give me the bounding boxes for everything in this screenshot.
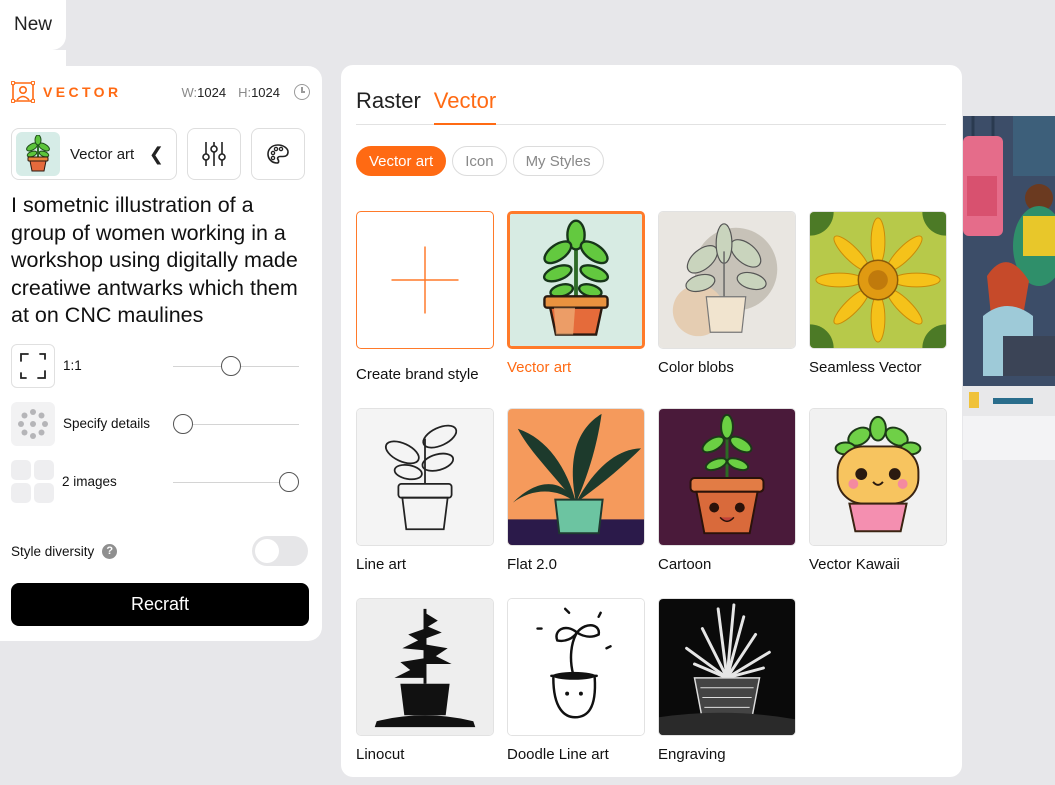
aspect-ratio-icon — [11, 343, 55, 388]
mode-indicator[interactable]: VECTOR — [11, 81, 122, 103]
mode-label: VECTOR — [43, 84, 122, 100]
style-name: Create brand style — [356, 366, 479, 383]
image-count-control[interactable]: 2 images — [11, 460, 310, 504]
history-icon[interactable] — [294, 84, 310, 100]
settings-button[interactable] — [187, 128, 241, 180]
style-name: Color blobs — [658, 359, 734, 376]
style-card-linocut[interactable]: Linocut — [356, 598, 494, 763]
style-selector[interactable]: Vector art ❮ — [11, 128, 177, 180]
style-name: Line art — [356, 556, 407, 573]
style-thumb — [658, 211, 796, 349]
details-dots-icon — [11, 401, 55, 446]
style-thumb — [356, 598, 494, 736]
plus-icon — [391, 246, 459, 314]
style-card-cartoon[interactable]: Cartoon — [658, 408, 796, 573]
pill-icon[interactable]: Icon — [452, 146, 507, 176]
pill-vector-art[interactable]: Vector art — [356, 146, 447, 176]
style-name: Cartoon — [658, 556, 712, 573]
style-card-vector-kawaii[interactable]: Vector Kawaii — [809, 408, 947, 573]
generated-artwork-preview[interactable] — [963, 116, 1055, 460]
sliders-icon — [202, 142, 226, 166]
style-card-seamless-vector[interactable]: Seamless Vector — [809, 211, 947, 376]
style-name: Doodle Line art — [507, 746, 609, 763]
style-tabs: Raster Vector — [356, 87, 946, 125]
details-slider-handle[interactable] — [173, 413, 193, 434]
style-card-color-blobs[interactable]: Color blobs — [658, 211, 796, 376]
style-thumb — [507, 598, 645, 736]
image-count-label: 2 images — [62, 474, 117, 489]
style-row: Vector art ❮ — [11, 128, 310, 180]
pill-my-styles[interactable]: My Styles — [512, 146, 604, 176]
width-label: W: — [181, 84, 198, 100]
style-name: Vector art — [507, 359, 572, 376]
tab-raster[interactable]: Raster — [356, 87, 421, 125]
palette-icon — [267, 144, 289, 164]
image-count-slider[interactable] — [173, 471, 299, 492]
style-card-doodle-line-art[interactable]: Doodle Line art — [507, 598, 645, 763]
image-count-slider-handle[interactable] — [279, 471, 299, 492]
style-picker-panel: Raster Vector Vector art Icon My Styles … — [341, 65, 962, 777]
aspect-ratio-slider-handle[interactable] — [221, 355, 241, 376]
style-name: Vector art — [70, 145, 135, 163]
style-thumb — [507, 408, 645, 546]
style-card-flat-2[interactable]: Flat 2.0 — [507, 408, 645, 573]
style-card-vector-art[interactable]: Vector art — [507, 211, 645, 376]
image-grid-icon — [11, 460, 54, 503]
new-tab-label: New — [13, 14, 52, 35]
style-name: Flat 2.0 — [507, 556, 558, 573]
palette-button[interactable] — [251, 128, 305, 180]
height-value: 1024 — [251, 84, 280, 100]
style-card-line-art[interactable]: Line art — [356, 408, 494, 573]
style-name: Linocut — [356, 746, 405, 763]
style-thumb — [356, 211, 494, 349]
chevron-left-icon[interactable]: ❮ — [149, 144, 164, 165]
style-thumbnail — [16, 132, 60, 176]
recraft-button[interactable]: Recraft — [11, 583, 309, 626]
height-label: H: — [238, 84, 252, 100]
style-thumb — [356, 408, 494, 546]
style-thumb — [507, 211, 645, 349]
style-name: Vector Kawaii — [809, 556, 900, 573]
style-diversity-label: Style diversity — [11, 543, 95, 559]
details-label: Specify details — [63, 416, 151, 431]
style-card-engraving[interactable]: Engraving — [658, 598, 796, 763]
style-card-create-brand[interactable]: Create brand style — [356, 211, 494, 383]
style-thumb — [658, 598, 796, 736]
style-name: Seamless Vector — [809, 359, 922, 376]
details-slider[interactable] — [173, 413, 299, 434]
aspect-ratio-slider[interactable] — [173, 355, 299, 376]
style-diversity-toggle[interactable] — [252, 536, 308, 566]
style-category-pills: Vector art Icon My Styles — [356, 146, 604, 176]
details-control[interactable]: Specify details — [11, 401, 310, 446]
new-tab[interactable]: New — [0, 0, 66, 68]
prompt-text[interactable]: I sometnic illustration of a group of wo… — [11, 192, 311, 330]
aspect-ratio-label: 1:1 — [63, 358, 82, 373]
recraft-button-label: Recraft — [130, 594, 190, 614]
dimensions[interactable]: W:1024 H:1024 — [181, 84, 310, 100]
width-value: 1024 — [197, 84, 227, 100]
style-thumb — [809, 211, 947, 349]
image-frame-icon — [11, 81, 35, 103]
style-thumb — [809, 408, 947, 546]
tab-vector[interactable]: Vector — [433, 87, 497, 125]
aspect-ratio-control[interactable]: 1:1 — [11, 343, 310, 388]
panel-header: VECTOR W:1024 H:1024 — [11, 76, 310, 108]
help-icon[interactable]: ? — [102, 543, 118, 559]
style-diversity-row: Style diversity ? — [11, 536, 308, 566]
style-thumb — [658, 408, 796, 546]
style-name: Engraving — [658, 746, 726, 763]
